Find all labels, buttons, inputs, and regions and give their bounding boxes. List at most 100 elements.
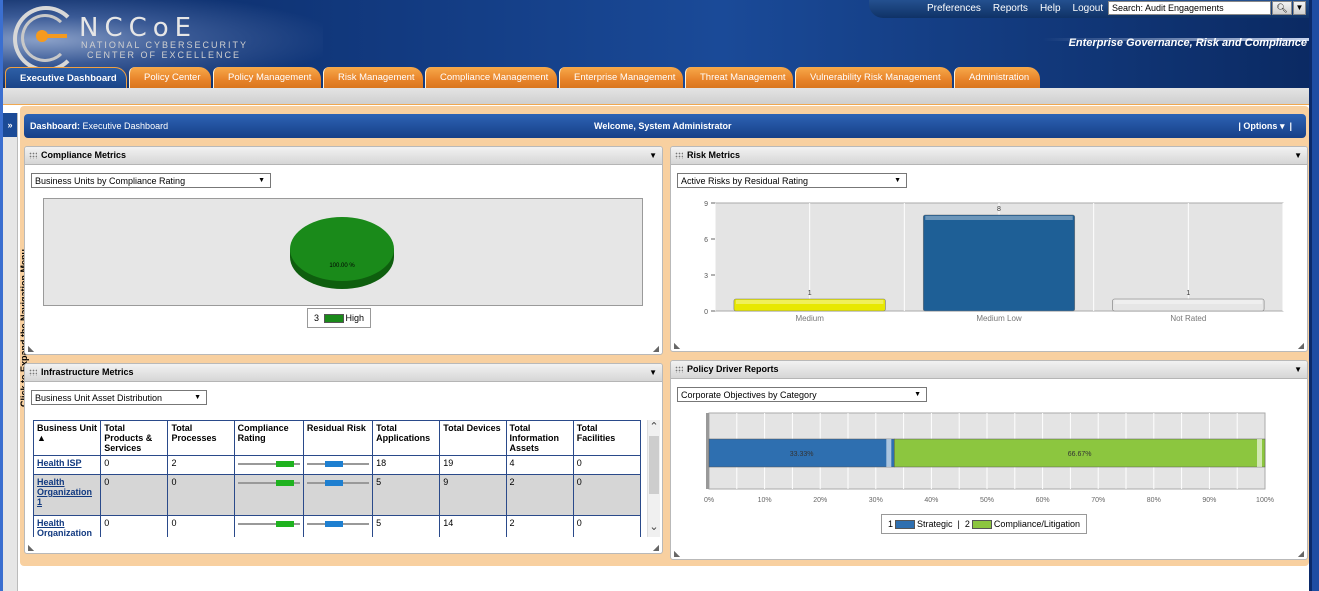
resize-handle-icon[interactable]: ◣	[674, 341, 680, 350]
column-header-compliance-rating[interactable]: Compliance Rating	[233, 420, 304, 456]
table-row: Health Organization 1 0 0 5 9 2 0	[33, 474, 641, 516]
table-cell: 4	[505, 455, 574, 475]
business-unit-link[interactable]: Health ISP	[37, 458, 82, 468]
table-row: Health Organization 0 0 5 14 2 0	[33, 515, 641, 537]
business-unit-link[interactable]: Health Organization	[37, 518, 92, 537]
table-cell: 18	[372, 455, 441, 475]
compliance-legend: 3 High	[307, 308, 372, 328]
tab-policy-center[interactable]: Policy Center	[129, 67, 211, 88]
table-cell: 0	[167, 515, 235, 537]
resize-handle-icon[interactable]: ◣	[28, 344, 34, 353]
legend-swatch-strategic	[895, 520, 916, 530]
infrastructure-report-select[interactable]: Business Unit Asset Distribution ▼	[31, 390, 207, 405]
data-label: 1	[808, 290, 812, 297]
resize-handle-icon[interactable]: ◢	[1298, 549, 1304, 558]
tab-threat-management[interactable]: Threat Management	[685, 67, 793, 88]
column-header-devices[interactable]: Total Devices	[439, 420, 507, 456]
search-input[interactable]	[1108, 1, 1271, 15]
x-tick-label: 70%	[1091, 497, 1105, 504]
logo-subtitle-1: NATIONAL CYBERSECURITY	[81, 40, 249, 50]
resize-handle-icon[interactable]: ◣	[674, 549, 680, 558]
drag-handle-icon[interactable]	[29, 152, 37, 160]
tab-risk-management[interactable]: Risk Management	[323, 67, 423, 88]
table-cell: 0	[572, 455, 641, 475]
compliance-rating-gauge	[237, 520, 300, 527]
options-menu[interactable]: | Options ▾ |	[1238, 121, 1292, 132]
business-unit-link[interactable]: Health Organization 1	[37, 477, 92, 507]
preferences-link[interactable]: Preferences	[927, 3, 981, 14]
table-cell: 5	[372, 474, 441, 516]
risk-bar-chart: 0 3 6 9 1 Medium 8 Medium Low 1 Not Rated	[704, 201, 1284, 323]
resize-handle-icon[interactable]: ◢	[653, 344, 659, 353]
table-cell: 2	[505, 515, 574, 537]
drag-handle-icon[interactable]	[29, 369, 37, 377]
tab-compliance-management[interactable]: Compliance Management	[425, 67, 557, 88]
dashboard-header-bar: Dashboard: Executive Dashboard Welcome, …	[24, 114, 1306, 138]
policy-driver-reports-panel: Policy Driver Reports ▼ Corporate Objecti…	[670, 360, 1308, 560]
table-cell: 0	[572, 474, 641, 516]
logo-subtitle-2: CENTER OF EXCELLENCE	[87, 50, 242, 60]
x-tick-label: 30%	[869, 497, 883, 504]
tab-executive-dashboard[interactable]: Executive Dashboard	[5, 67, 127, 88]
policy-report-select[interactable]: Corporate Objectives by Category ▼	[677, 387, 927, 402]
y-tick-label: 3	[704, 273, 708, 280]
dropdown-arrow-icon: ▼	[894, 177, 901, 184]
table-row: Health ISP 0 2 18 19 4 0	[33, 455, 641, 475]
resize-handle-icon[interactable]: ◢	[653, 543, 659, 552]
scroll-down-icon[interactable]: ⌄	[648, 520, 660, 533]
table-cell: 0	[100, 515, 169, 537]
column-header-applications[interactable]: Total Applications	[372, 420, 441, 456]
drag-handle-icon[interactable]	[675, 152, 683, 160]
search-button[interactable]: 🔍︎	[1272, 1, 1292, 15]
x-tick-label: Medium Low	[976, 314, 1022, 323]
bar-highlight	[925, 216, 1073, 220]
risk-report-select[interactable]: Active Risks by Residual Rating ▼	[677, 173, 907, 188]
residual-risk-gauge	[306, 460, 369, 467]
tab-administration[interactable]: Administration	[954, 67, 1040, 88]
scroll-thumb[interactable]	[649, 436, 659, 494]
infrastructure-table-viewport[interactable]: Business Unit ▲ Total Products & Services…	[33, 420, 641, 537]
help-link[interactable]: Help	[1040, 3, 1061, 14]
risk-metrics-panel: Risk Metrics ▼ Active Risks by Residual R…	[670, 146, 1308, 352]
table-cell: 0	[100, 474, 169, 516]
x-tick-label: 10%	[758, 497, 772, 504]
search-scope-dropdown[interactable]: ▼	[1293, 1, 1306, 15]
column-header-information-assets[interactable]: Total Information Assets	[505, 420, 574, 456]
collapse-arrow-icon[interactable]: ▼	[1294, 147, 1302, 164]
tab-vulnerability-risk-management[interactable]: Vulnerability Risk Management	[795, 67, 952, 88]
expand-chevron-icon[interactable]: »	[3, 113, 17, 137]
resize-handle-icon[interactable]: ◢	[1298, 341, 1304, 350]
tab-enterprise-management[interactable]: Enterprise Management	[559, 67, 683, 88]
column-header-processes[interactable]: Total Processes	[167, 420, 235, 456]
column-header-business-unit[interactable]: Business Unit ▲	[33, 420, 102, 456]
panel-title: Risk Metrics	[687, 150, 741, 160]
reports-link[interactable]: Reports	[993, 3, 1028, 14]
options-button[interactable]: Options	[1243, 121, 1277, 131]
column-header-facilities[interactable]: Total Facilities	[572, 420, 641, 456]
drag-handle-icon[interactable]	[675, 366, 683, 374]
data-label: 33.33%	[790, 451, 814, 458]
axis-wall	[706, 413, 709, 489]
legend-number: 2	[964, 519, 970, 529]
compliance-report-select[interactable]: Business Units by Compliance Rating ▼	[31, 173, 271, 188]
table-cell: 19	[439, 455, 507, 475]
data-label: 8	[997, 206, 1001, 213]
compliance-metrics-panel: Compliance Metrics ▼ Business Units by Co…	[24, 146, 663, 355]
collapse-arrow-icon[interactable]: ▼	[1294, 361, 1302, 378]
column-header-products[interactable]: Total Products & Services	[100, 420, 169, 456]
collapse-arrow-icon[interactable]: ▼	[649, 364, 657, 381]
scroll-up-icon[interactable]: ⌃	[648, 420, 660, 433]
collapse-arrow-icon[interactable]: ▼	[649, 147, 657, 164]
column-header-residual-risk[interactable]: Residual Risk	[302, 420, 374, 456]
table-scrollbar[interactable]: ⌃ ⌄	[647, 420, 660, 537]
table-cell: 9	[439, 474, 507, 516]
data-label: 66.67%	[1068, 451, 1092, 458]
resize-handle-icon[interactable]: ◣	[28, 543, 34, 552]
infrastructure-metrics-panel: Infrastructure Metrics ▼ Business Unit As…	[24, 363, 663, 554]
logout-link[interactable]: Logout	[1073, 3, 1104, 14]
navigation-expander[interactable]: » Click to Expand the Navigation Menu	[3, 113, 29, 591]
tab-policy-management[interactable]: Policy Management	[213, 67, 321, 88]
x-tick-label: 90%	[1202, 497, 1216, 504]
select-value: Business Unit Asset Distribution	[35, 393, 163, 403]
x-tick-label: 80%	[1147, 497, 1161, 504]
